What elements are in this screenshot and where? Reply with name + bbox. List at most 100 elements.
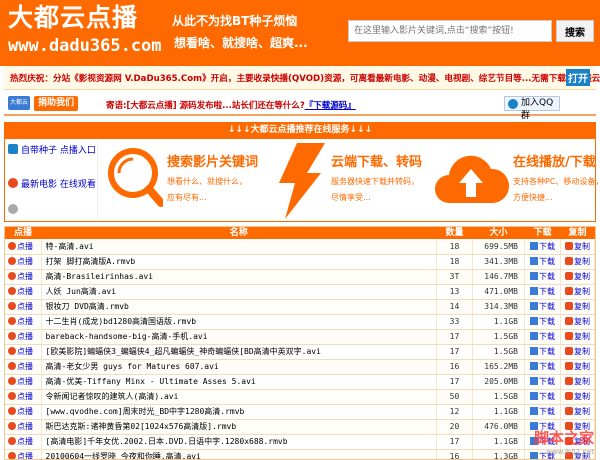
play-link[interactable]: 点播 bbox=[17, 272, 33, 281]
announcement-text[interactable]: 热烈庆祝：分站《影视资源网 V.DaDu365.Com》开启，主要收录快播(QV… bbox=[10, 72, 600, 84]
copy-button[interactable]: 复制 bbox=[574, 256, 590, 267]
download-button[interactable]: 下载 bbox=[539, 376, 555, 387]
resource-name[interactable]: [欧美影院]蝙蝠侠3_蝙蝠侠4_超凡蝙蝠侠_神奇蝙蝠侠[BD高清中英双字.avi bbox=[41, 344, 437, 360]
download-cell[interactable]: 下载 bbox=[524, 239, 561, 255]
play-cell[interactable]: 点播 bbox=[5, 374, 42, 390]
play-link[interactable]: 点播 bbox=[17, 287, 33, 296]
play-cell[interactable]: 点播 bbox=[5, 419, 42, 435]
copy-cell[interactable]: 复制 bbox=[560, 344, 595, 360]
play-cell[interactable]: 点播 bbox=[5, 269, 42, 285]
site-logo[interactable]: 大都云点播 www.dadu365.com bbox=[8, 2, 162, 58]
copy-button[interactable]: 复制 bbox=[574, 271, 590, 282]
donate-button[interactable]: 捐助我们 bbox=[34, 96, 79, 111]
download-button[interactable]: 下载 bbox=[539, 361, 555, 372]
resource-name[interactable]: 20100604一线罗晓 今夜和你睡.高清.avi bbox=[41, 449, 437, 459]
download-cell[interactable]: 下载 bbox=[524, 344, 561, 360]
copy-cell[interactable]: 复制 bbox=[560, 329, 595, 345]
copy-button[interactable]: 复制 bbox=[574, 241, 590, 252]
copy-button[interactable]: 复制 bbox=[574, 391, 590, 402]
download-cell[interactable]: 下载 bbox=[524, 359, 561, 375]
download-button[interactable]: 下载 bbox=[539, 286, 555, 297]
resource-name[interactable]: 十二生肖(成龙)bd1280高清国语版.rmvb bbox=[41, 314, 437, 330]
copy-cell[interactable]: 复制 bbox=[560, 254, 595, 270]
search-button[interactable]: 搜索 bbox=[556, 20, 594, 42]
download-cell[interactable]: 下载 bbox=[524, 299, 561, 315]
play-link[interactable]: 点播 bbox=[17, 332, 33, 341]
resource-name[interactable]: bareback-handsome-big-高清-手机.avi bbox=[41, 329, 437, 345]
download-button[interactable]: 下载 bbox=[539, 241, 555, 252]
download-cell[interactable]: 下载 bbox=[524, 389, 561, 405]
resource-name[interactable]: 特-高清.avi bbox=[41, 239, 437, 255]
play-link[interactable]: 点播 bbox=[17, 317, 33, 326]
copy-cell[interactable]: 复制 bbox=[560, 374, 595, 390]
play-cell[interactable]: 点播 bbox=[5, 314, 42, 330]
resource-name[interactable]: 高清-老女少男 guys for Matures 607.avi bbox=[41, 359, 437, 375]
resource-name[interactable]: 高清-Brasileirinhas.avi bbox=[41, 269, 437, 285]
search-input[interactable] bbox=[348, 20, 552, 42]
download-cell[interactable]: 下载 bbox=[524, 284, 561, 300]
play-link[interactable]: 点播 bbox=[17, 362, 33, 371]
download-button[interactable]: 下载 bbox=[539, 256, 555, 267]
resource-name[interactable]: 高清-优美-Tiffany Minx - Ultimate Asses 5.av… bbox=[41, 374, 437, 390]
side-link-latest-movies[interactable]: 最新电影 在线观看 bbox=[8, 178, 98, 193]
play-link[interactable]: 点播 bbox=[17, 347, 33, 356]
play-cell[interactable]: 点播 bbox=[5, 404, 42, 420]
play-cell[interactable]: 点播 bbox=[5, 254, 42, 270]
play-link[interactable]: 点播 bbox=[17, 302, 33, 311]
download-button[interactable]: 下载 bbox=[539, 406, 555, 417]
copy-button[interactable]: 复制 bbox=[574, 301, 590, 312]
open-button[interactable]: 打开 bbox=[566, 69, 590, 86]
download-cell[interactable]: 下载 bbox=[524, 314, 561, 330]
copy-button[interactable]: 复制 bbox=[574, 346, 590, 357]
copy-cell[interactable]: 复制 bbox=[560, 359, 595, 375]
play-cell[interactable]: 点播 bbox=[5, 329, 42, 345]
download-cell[interactable]: 下载 bbox=[524, 374, 561, 390]
play-link[interactable]: 点播 bbox=[17, 452, 33, 459]
play-cell[interactable]: 点播 bbox=[5, 359, 42, 375]
play-cell[interactable]: 点播 bbox=[5, 299, 42, 315]
play-cell[interactable]: 点播 bbox=[5, 344, 42, 360]
copy-cell[interactable]: 复制 bbox=[560, 284, 595, 300]
download-button[interactable]: 下载 bbox=[539, 271, 555, 282]
copy-button[interactable]: 复制 bbox=[574, 331, 590, 342]
copy-cell[interactable]: 复制 bbox=[560, 299, 595, 315]
download-button[interactable]: 下载 bbox=[539, 331, 555, 342]
play-cell[interactable]: 点播 bbox=[5, 284, 42, 300]
resource-name[interactable]: 令新闻记者惊叹的建筑人(高清).avi bbox=[41, 389, 437, 405]
resource-name[interactable]: 银妆刀 DVD高清.rmvb bbox=[41, 299, 437, 315]
play-link[interactable]: 点播 bbox=[17, 242, 33, 251]
copy-button[interactable]: 复制 bbox=[574, 316, 590, 327]
copy-cell[interactable]: 复制 bbox=[560, 269, 595, 285]
play-link[interactable]: 点播 bbox=[17, 377, 33, 386]
play-cell[interactable]: 点播 bbox=[5, 434, 42, 450]
play-cell[interactable]: 点播 bbox=[5, 449, 42, 459]
resource-name[interactable]: [高清电影]千年女优.2002.日本.DVD.日语中字.1280x688.rmv… bbox=[41, 434, 437, 450]
copy-cell[interactable]: 复制 bbox=[560, 404, 595, 420]
copy-button[interactable]: 复制 bbox=[574, 376, 590, 387]
download-source-link[interactable]: 『下载源码』 bbox=[305, 101, 356, 111]
side-link-torrent[interactable]: 自带种子 点播入口 bbox=[8, 144, 98, 159]
download-cell[interactable]: 下载 bbox=[524, 404, 561, 420]
copy-cell[interactable]: 复制 bbox=[560, 239, 595, 255]
resource-name[interactable]: [www.qvodhe.com]周末时光_BD中字1280高清.rmvb bbox=[41, 404, 437, 420]
download-button[interactable]: 下载 bbox=[539, 346, 555, 357]
resource-name[interactable]: 打架 脚打高清版A.rmvb bbox=[41, 254, 437, 270]
download-cell[interactable]: 下载 bbox=[524, 269, 561, 285]
copy-button[interactable]: 复制 bbox=[574, 286, 590, 297]
join-qq-group-button[interactable]: 加入QQ群 bbox=[504, 96, 560, 121]
copy-cell[interactable]: 复制 bbox=[560, 314, 595, 330]
download-button[interactable]: 下载 bbox=[539, 391, 555, 402]
play-link[interactable]: 点播 bbox=[17, 422, 33, 431]
play-link[interactable]: 点播 bbox=[17, 437, 33, 446]
side-link-third[interactable] bbox=[8, 204, 98, 219]
play-link[interactable]: 点播 bbox=[17, 392, 33, 401]
download-button[interactable]: 下载 bbox=[539, 316, 555, 327]
play-link[interactable]: 点播 bbox=[17, 407, 33, 416]
copy-cell[interactable]: 复制 bbox=[560, 389, 595, 405]
copy-button[interactable]: 复制 bbox=[574, 361, 590, 372]
download-cell[interactable]: 下载 bbox=[524, 329, 561, 345]
copy-button[interactable]: 复制 bbox=[574, 406, 590, 417]
play-cell[interactable]: 点播 bbox=[5, 239, 42, 255]
resource-name[interactable]: 人妖 Jun高清.avi bbox=[41, 284, 437, 300]
download-button[interactable]: 下载 bbox=[539, 301, 555, 312]
